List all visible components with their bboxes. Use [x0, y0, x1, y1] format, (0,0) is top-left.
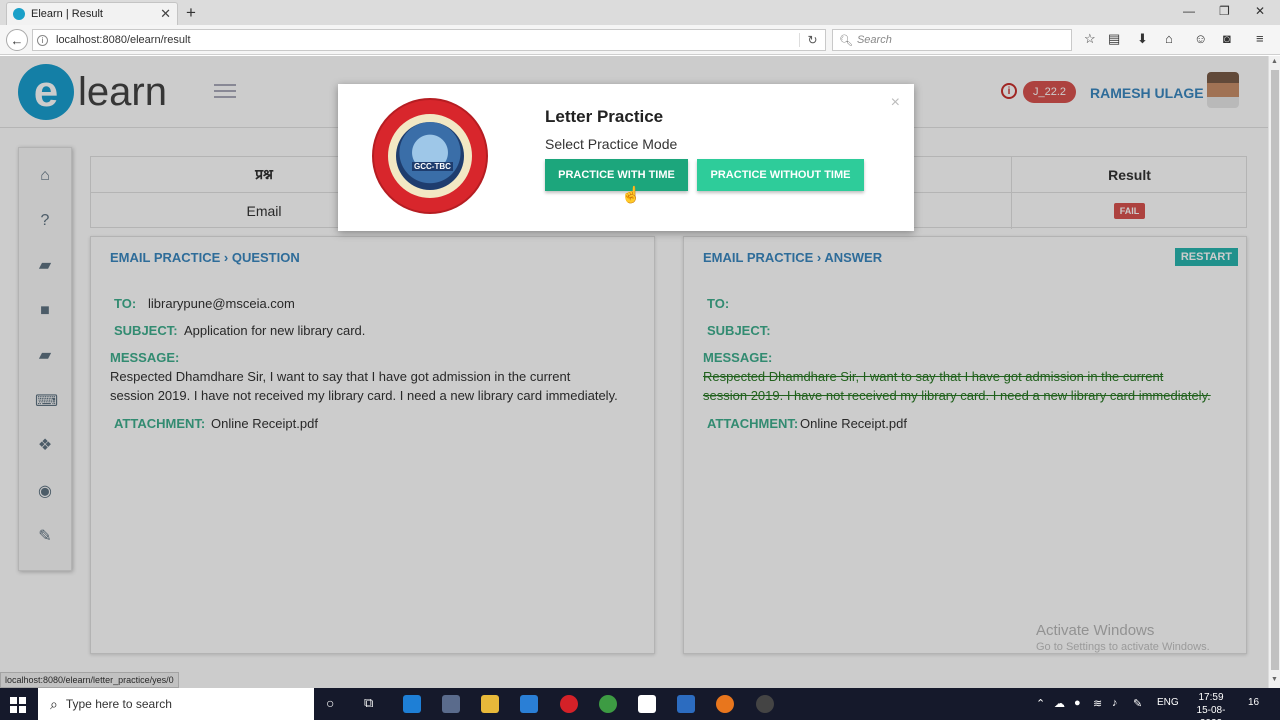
- new-tab-icon[interactable]: +: [186, 3, 196, 23]
- taskbar-search-placeholder: Type here to search: [65, 697, 172, 711]
- tab-title: Elearn | Result: [31, 8, 103, 20]
- store-icon[interactable]: [442, 695, 460, 713]
- institute-seal-logo: GCC-TBC: [372, 98, 488, 214]
- edge-icon[interactable]: [403, 695, 421, 713]
- volume-icon[interactable]: ♪: [1112, 697, 1118, 709]
- clock[interactable]: 17:59 15-08-2022: [1186, 691, 1236, 720]
- chrome-icon[interactable]: [599, 695, 617, 713]
- url-text[interactable]: localhost:8080/elearn/result: [56, 34, 799, 46]
- page-scrollbar[interactable]: ▲ ▼: [1268, 56, 1280, 688]
- windows-start-icon[interactable]: [10, 697, 26, 713]
- close-icon[interactable]: ×: [891, 94, 900, 112]
- modal-subtitle: Select Practice Mode: [545, 136, 678, 152]
- opera-icon[interactable]: [560, 695, 578, 713]
- tray-chevron-icon[interactable]: ⌃: [1036, 697, 1045, 710]
- task-view-icon[interactable]: ⧉: [364, 695, 373, 711]
- pen-icon[interactable]: ✎: [1133, 697, 1142, 710]
- hand-cursor-icon: ☝: [621, 187, 641, 204]
- scroll-up-icon[interactable]: ▲: [1271, 58, 1278, 65]
- browser-search-input[interactable]: 🔍︎ Search: [832, 29, 1072, 51]
- mic-icon[interactable]: ●: [1074, 697, 1081, 709]
- reading-list-icon[interactable]: ▤: [1108, 31, 1120, 47]
- search-icon: ⌕: [50, 695, 58, 712]
- scroll-thumb[interactable]: [1271, 70, 1279, 670]
- bookmark-star-icon[interactable]: ☆: [1084, 31, 1096, 47]
- restore-icon[interactable]: ❐: [1219, 4, 1230, 18]
- windows-taskbar: ⌕ Type here to search ○ ⧉ ⌃ ☁ ● ≋ ♪ ✎ EN…: [0, 688, 1280, 720]
- browser-navbar: ← i localhost:8080/elearn/result ↻ 🔍︎ Se…: [0, 25, 1280, 55]
- taskbar-search-input[interactable]: ⌕ Type here to search: [38, 688, 314, 720]
- notification-count[interactable]: 16: [1248, 697, 1259, 708]
- close-window-icon[interactable]: ✕: [1255, 4, 1265, 18]
- elearn-favicon-icon: [13, 8, 25, 20]
- back-arrow-icon[interactable]: ←: [6, 29, 28, 51]
- practice-with-time-button[interactable]: PRACTICE WITH TIME: [545, 159, 688, 191]
- browser-tabbar: Elearn | Result ✕ + — ❐ ✕: [0, 0, 1280, 25]
- scroll-down-icon[interactable]: ▼: [1271, 676, 1278, 683]
- practice-mode-modal: GCC-TBC Letter Practice Select Practice …: [338, 84, 914, 231]
- mail-icon[interactable]: [520, 695, 538, 713]
- language-indicator[interactable]: ENG: [1157, 697, 1179, 708]
- info-icon[interactable]: i: [37, 34, 48, 46]
- search-icon: 🔍︎: [839, 34, 853, 47]
- notepad-icon[interactable]: [638, 695, 656, 713]
- minimize-icon[interactable]: —: [1183, 4, 1195, 18]
- wifi-icon[interactable]: ≋: [1093, 697, 1102, 710]
- download-icon[interactable]: ⬇: [1137, 31, 1148, 47]
- modal-title: Letter Practice: [545, 107, 664, 126]
- browser-tab[interactable]: Elearn | Result ✕: [6, 2, 178, 25]
- onedrive-icon[interactable]: ☁: [1054, 697, 1065, 710]
- home-icon[interactable]: ⌂: [1165, 31, 1173, 46]
- typing-app-icon[interactable]: [677, 695, 695, 713]
- url-bar[interactable]: i localhost:8080/elearn/result ↻: [32, 29, 826, 51]
- cortana-icon[interactable]: ○: [326, 695, 334, 711]
- menu-icon[interactable]: ≡: [1256, 31, 1264, 46]
- firefox-icon[interactable]: [716, 695, 734, 713]
- close-tab-icon[interactable]: ✕: [160, 6, 171, 22]
- search-placeholder: Search: [856, 34, 892, 46]
- practice-without-time-button[interactable]: PRACTICE WITHOUT TIME: [697, 159, 864, 191]
- reload-icon[interactable]: ↻: [799, 33, 825, 47]
- screen-recorder-icon[interactable]: [756, 695, 774, 713]
- file-explorer-icon[interactable]: [481, 695, 499, 713]
- pocket-icon[interactable]: ◙: [1223, 31, 1231, 46]
- chat-icon[interactable]: ☺: [1194, 31, 1207, 46]
